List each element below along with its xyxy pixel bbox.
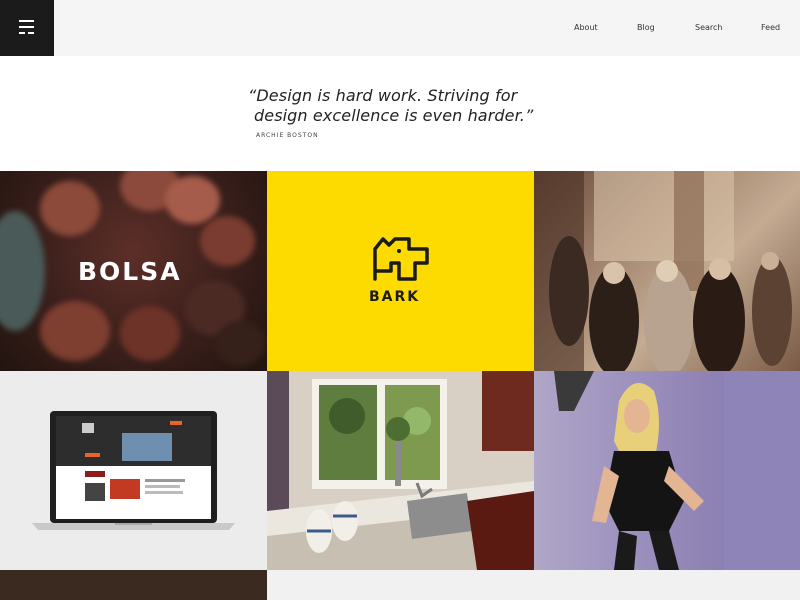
portfolio-tile-next[interactable]	[0, 570, 267, 600]
typewriter-key	[40, 181, 100, 236]
quote-line-1: “Design is hard work. Striving for	[248, 86, 518, 105]
vintage-photo-image	[534, 171, 792, 371]
typewriter-key	[200, 216, 255, 266]
portfolio-tile-fashion[interactable]	[534, 371, 800, 570]
portfolio-tile-bolsa[interactable]: BOLSA	[0, 171, 267, 371]
logo-icon-bar	[19, 26, 34, 28]
portfolio-tile-vintage-photo[interactable]	[534, 171, 800, 371]
typewriter-key	[0, 211, 45, 331]
nav-search[interactable]: Search	[695, 23, 722, 32]
site-header: About Blog Search Feed	[0, 0, 800, 56]
fashion-model-image	[554, 371, 800, 570]
logo-icon-bar	[19, 20, 34, 22]
nav-about[interactable]: About	[574, 23, 598, 32]
typewriter-key	[40, 301, 110, 361]
nav-feed[interactable]: Feed	[761, 23, 780, 32]
quote-line-2: design excellence is even harder.”	[254, 106, 534, 125]
kitchen-interior-image	[267, 371, 534, 570]
typewriter-key	[215, 321, 265, 366]
portfolio-tile-empty	[267, 570, 800, 600]
typewriter-key	[165, 176, 220, 224]
laptop-mockup-image	[32, 411, 235, 530]
portfolio-tile-bark[interactable]: BARK	[267, 171, 534, 371]
bark-title: BARK	[369, 289, 421, 305]
bark-dog-logo-icon	[373, 237, 429, 281]
nav-blog[interactable]: Blog	[637, 23, 655, 32]
logo-icon-bar	[28, 32, 34, 34]
featured-quote: “Design is hard work. Striving for desig…	[248, 86, 568, 126]
site-logo[interactable]	[0, 0, 54, 56]
portfolio-tile-kitchen[interactable]	[267, 371, 534, 570]
portfolio-tile-laptop-website[interactable]	[0, 371, 267, 570]
typewriter-key	[120, 306, 180, 361]
bolsa-title: BOLSA	[78, 257, 182, 286]
logo-icon-bar	[19, 32, 25, 34]
quote-author: ARCHIE BOSTON	[256, 132, 319, 139]
